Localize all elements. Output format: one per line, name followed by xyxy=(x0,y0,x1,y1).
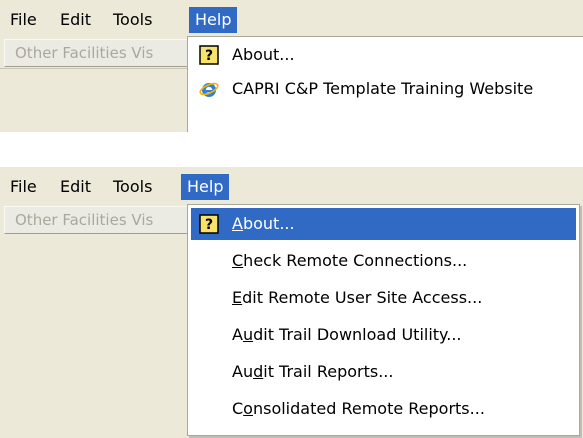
menu-tools[interactable]: Tools xyxy=(107,7,158,33)
menu-file[interactable]: File xyxy=(4,174,43,200)
menu-item-audit-trail-download-utility[interactable]: Audit Trail Download Utility... xyxy=(191,319,576,351)
menu-item-consolidated-remote-reports[interactable]: Consolidated Remote Reports... xyxy=(191,393,576,425)
help-dropdown-menu-expanded: ? About... Check Remote Connections... E… xyxy=(187,204,580,436)
menu-item-label: About... xyxy=(232,214,295,233)
menu-help[interactable]: Help xyxy=(189,7,238,33)
svg-text:?: ? xyxy=(205,48,213,64)
menu-item-check-remote-connections[interactable]: Check Remote Connections... xyxy=(191,245,576,277)
menu-item-about[interactable]: ? About... xyxy=(191,39,580,71)
screenshot-top: File Edit Tools Help Other Facilities Vi… xyxy=(0,0,583,132)
menu-item-training-website-label: CAPRI C&P Template Training Website xyxy=(232,79,534,98)
menu-bar: File Edit Tools Help xyxy=(0,0,583,37)
menu-tools[interactable]: Tools xyxy=(107,174,158,200)
menu-edit[interactable]: Edit xyxy=(54,7,97,33)
menu-item-label: Edit Remote User Site Access... xyxy=(232,288,483,307)
help-dropdown-menu: ? About... CAPRI C&P Template Training W… xyxy=(187,36,583,132)
menu-edit[interactable]: Edit xyxy=(54,174,97,200)
ie-website-icon xyxy=(199,82,219,97)
menu-help[interactable]: Help xyxy=(181,174,230,200)
menu-item-edit-remote-user-site-access[interactable]: Edit Remote User Site Access... xyxy=(191,282,576,314)
menu-item-label: Audit Trail Reports... xyxy=(232,362,394,381)
menu-item-training-website[interactable]: CAPRI C&P Template Training Website xyxy=(191,73,580,105)
menu-bar: File Edit Tools Help xyxy=(0,167,583,204)
other-facilities-button[interactable]: Other Facilities Vis xyxy=(4,39,196,67)
menu-item-label: Audit Trail Download Utility... xyxy=(232,325,462,344)
help-about-icon: ? xyxy=(199,214,219,234)
menu-item-about[interactable]: ? About... xyxy=(191,208,576,240)
menu-item-about-label: About... xyxy=(232,45,295,64)
menu-item-label: Consolidated Remote Reports... xyxy=(232,399,485,418)
menu-file[interactable]: File xyxy=(4,7,43,33)
screenshot-bottom: File Edit Tools Help Other Facilities Vi… xyxy=(0,167,583,438)
other-facilities-button[interactable]: Other Facilities Vis xyxy=(4,206,196,234)
menu-item-label: Check Remote Connections... xyxy=(232,251,468,270)
svg-text:?: ? xyxy=(205,217,213,233)
menu-item-audit-trail-reports[interactable]: Audit Trail Reports... xyxy=(191,356,576,388)
help-about-icon: ? xyxy=(199,45,219,65)
